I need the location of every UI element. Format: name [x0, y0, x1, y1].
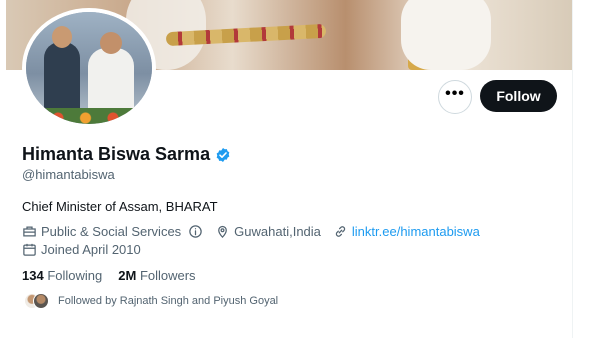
followed-by-avatar	[33, 293, 49, 309]
following-link[interactable]: 134 Following	[22, 268, 102, 283]
profile-category-label: Public & Social Services	[41, 224, 182, 239]
avatar-head-left	[52, 26, 72, 48]
followers-count: 2M	[118, 268, 137, 283]
profile-joined: Joined April 2010	[22, 242, 141, 257]
briefcase-icon	[23, 226, 36, 237]
follow-button[interactable]: Follow	[480, 80, 557, 112]
calendar-icon	[23, 243, 36, 256]
profile-handle: @himantabiswa	[22, 167, 115, 182]
profile-location-label: Guwahati,India	[234, 224, 321, 239]
profile-website-link[interactable]: linktr.ee/himantabiswa	[352, 224, 480, 239]
profile-website[interactable]: linktr.ee/himantabiswa	[333, 224, 480, 239]
followed-by-row[interactable]: Followed by Rajnath Singh and Piyush Goy…	[24, 293, 278, 309]
followers-label: Followers	[139, 268, 196, 283]
followers-link[interactable]: 2M Followers	[118, 268, 195, 283]
avatar-person-left	[44, 42, 80, 112]
right-margin	[572, 0, 600, 338]
following-count: 134	[22, 268, 44, 283]
profile-location: Guwahati,India	[215, 224, 321, 239]
profile-name-row: Himanta Biswa Sarma	[22, 144, 231, 165]
profile-meta-row: Public & Social Services Guwahati,India …	[22, 224, 492, 239]
followed-by-text: Followed by Rajnath Singh and Piyush Goy…	[58, 295, 279, 307]
profile-name: Himanta Biswa Sarma	[22, 144, 211, 164]
more-options-icon: •••	[445, 85, 465, 102]
link-icon	[335, 226, 346, 237]
profile-category: Public & Social Services	[22, 224, 203, 239]
more-options-button[interactable]: •••	[438, 80, 472, 114]
avatar-flowers	[36, 108, 146, 124]
location-pin-icon	[218, 225, 228, 239]
profile-stats: 134 Following 2M Followers	[22, 268, 196, 283]
banner-figure-right	[401, 0, 491, 70]
verified-badge-icon[interactable]	[215, 147, 231, 163]
profile-avatar[interactable]	[22, 8, 156, 128]
following-label: Following	[47, 268, 103, 283]
followed-by-avatars	[24, 293, 49, 309]
profile-joined-label: Joined April 2010	[41, 242, 141, 257]
profile-bio: Chief Minister of Assam, BHARAT	[22, 199, 218, 214]
avatar-head-right	[100, 32, 122, 54]
info-icon[interactable]	[188, 224, 203, 239]
